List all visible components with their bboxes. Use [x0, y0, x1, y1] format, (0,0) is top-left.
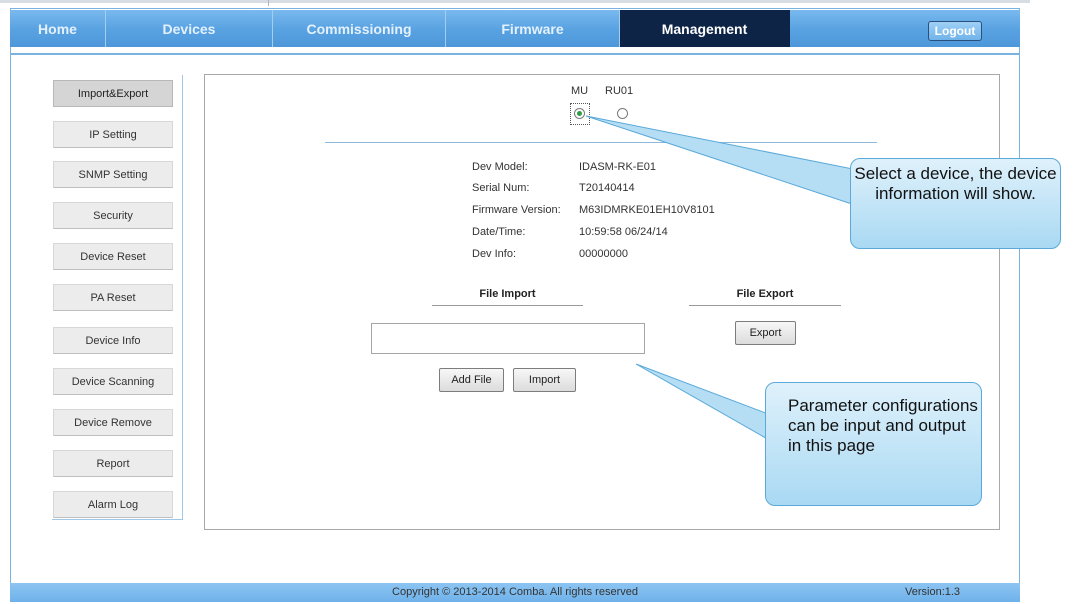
- info-key-datetime: Date/Time:: [472, 226, 526, 238]
- nav-devices[interactable]: Devices: [106, 10, 273, 47]
- footer-bar: Copyright © 2013-2014 Comba. All rights …: [10, 583, 1020, 602]
- browser-top-edge: [0, 0, 1030, 6]
- info-val-dev-model: IDASM-RK-E01: [579, 161, 657, 173]
- device-radio-mu[interactable]: [574, 108, 585, 119]
- footer-copyright: Copyright © 2013-2014 Comba. All rights …: [392, 586, 638, 598]
- sidebar-item-device-remove[interactable]: Device Remove: [53, 409, 173, 436]
- info-key-dev-info: Dev Info:: [472, 248, 517, 260]
- sidebar-item-device-info[interactable]: Device Info: [53, 327, 173, 354]
- info-key-dev-model: Dev Model:: [472, 161, 528, 173]
- device-option-ru01-label: RU01: [605, 85, 634, 97]
- section-divider: [325, 142, 877, 143]
- sidebar-item-device-reset[interactable]: Device Reset: [53, 243, 173, 270]
- sidebar-item-alarm-log[interactable]: Alarm Log: [53, 491, 173, 518]
- sidebar-item-import-export[interactable]: Import&Export: [53, 80, 173, 107]
- info-key-serial: Serial Num:: [472, 182, 530, 194]
- sidebar-item-ip-setting[interactable]: IP Setting: [53, 121, 173, 148]
- nav-commissioning[interactable]: Commissioning: [273, 10, 446, 47]
- callout-parameters: Parameter configurations can be input an…: [765, 382, 982, 506]
- logout-button[interactable]: Logout: [928, 21, 982, 41]
- nav-home[interactable]: Home: [10, 10, 106, 47]
- file-import-title: File Import: [479, 288, 536, 300]
- sidebar-item-security[interactable]: Security: [53, 202, 173, 229]
- import-button[interactable]: Import: [513, 368, 576, 392]
- sidebar-item-pa-reset[interactable]: PA Reset: [53, 284, 173, 311]
- edge-notch: [268, 0, 269, 6]
- sidebar-item-device-scanning[interactable]: Device Scanning: [53, 368, 173, 395]
- info-key-firmware: Firmware Version:: [472, 204, 561, 216]
- file-export-title: File Export: [736, 288, 794, 300]
- sidebar: Import&Export IP Setting SNMP Setting Se…: [52, 75, 183, 520]
- sidebar-item-report[interactable]: Report: [53, 450, 173, 477]
- add-file-button[interactable]: Add File: [439, 368, 504, 392]
- footer-version: Version:1.3: [905, 586, 961, 598]
- info-val-dev-info: 00000000: [579, 248, 628, 260]
- callout-select-device: Select a device, the device information …: [850, 158, 1061, 249]
- file-export-underline: [689, 305, 841, 306]
- device-radio-ru01[interactable]: [617, 108, 628, 119]
- export-button[interactable]: Export: [735, 321, 796, 345]
- file-import-underline: [432, 305, 583, 306]
- nav-firmware[interactable]: Firmware: [446, 10, 620, 47]
- info-val-serial: T20140414: [579, 182, 635, 194]
- info-val-firmware: M63IDMRKE01EH10V8101: [579, 204, 715, 216]
- main-nav: Home Devices Commissioning Firmware Mana…: [10, 10, 1020, 47]
- nav-management[interactable]: Management: [620, 10, 790, 47]
- import-file-path-field[interactable]: [371, 323, 645, 354]
- sidebar-item-snmp-setting[interactable]: SNMP Setting: [53, 161, 173, 188]
- info-val-datetime: 10:59:58 06/24/14: [579, 226, 668, 238]
- device-option-mu-label: MU: [571, 85, 589, 97]
